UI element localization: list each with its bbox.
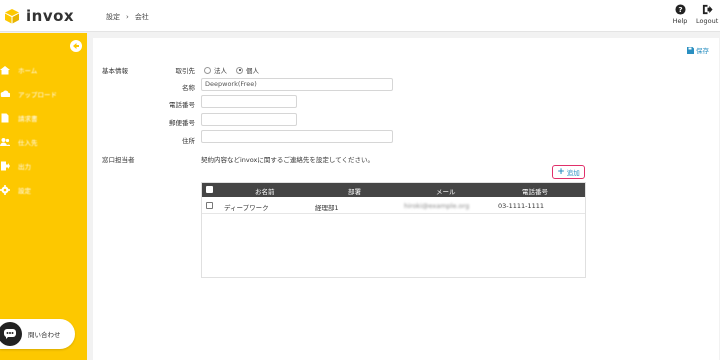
contact-table: お名前 部署 メール 電話番号 ディープワーク 経理部1 hiroki@exam… [201, 182, 586, 278]
table-header: お名前 部署 メール 電話番号 [202, 183, 585, 197]
phone-input[interactable] [201, 95, 297, 108]
svg-text:?: ? [678, 5, 682, 14]
app-name: invox [26, 7, 75, 25]
add-contact-button[interactable]: + 追加 [552, 165, 585, 179]
section-basic-info: 基本情報 [102, 67, 128, 75]
sidebar-item-label: 請求書 [18, 115, 38, 123]
sidebar-item-home[interactable]: ホーム [0, 63, 87, 77]
table-row[interactable]: ディープワーク 経理部1 hiroki@example.org 03-1111-… [202, 197, 585, 214]
zip-input[interactable] [201, 113, 297, 126]
logout-icon [702, 4, 713, 15]
help-label: Help [672, 17, 688, 25]
cell-department: 経理部1 [315, 204, 339, 212]
breadcrumb-item-settings[interactable]: 設定 [106, 12, 120, 22]
breadcrumb-separator: › [126, 13, 129, 21]
partner-type-group: 法人 個人 [204, 65, 259, 75]
sidebar-item-label: ホーム [18, 67, 38, 75]
users-icon [0, 138, 10, 146]
arrow-left-icon [73, 43, 79, 49]
sidebar-item-suppliers[interactable]: 仕入先 [0, 135, 87, 149]
zip-label: 郵便番号 [169, 119, 195, 127]
radio-individual-label: 個人 [246, 67, 259, 75]
help-icon: ? [674, 4, 686, 15]
phone-label: 電話番号 [169, 101, 195, 109]
breadcrumb: 設定 › 会社 [106, 12, 149, 22]
address-label: 住所 [182, 137, 195, 145]
company-settings-panel: 保存 基本情報 取引先 法人 個人 名称 Deepwork(Free) 電話番号… [93, 38, 719, 360]
column-email: メール [436, 188, 456, 196]
save-button[interactable]: 保存 [687, 45, 709, 55]
sidebar-item-label: 仕入先 [18, 139, 38, 147]
export-icon [1, 161, 10, 171]
contact-label: 問い合わせ [28, 331, 61, 339]
plus-icon: + [557, 167, 565, 177]
radio-corporate-label: 法人 [214, 67, 227, 75]
name-label: 名称 [182, 84, 195, 92]
upload-icon [0, 90, 10, 97]
column-name: お名前 [255, 188, 275, 196]
home-icon [0, 66, 10, 75]
document-icon [1, 113, 9, 123]
select-all-checkbox[interactable] [206, 186, 213, 193]
save-icon [687, 46, 694, 54]
sidebar-item-label: アップロード [18, 91, 57, 99]
chat-icon [0, 322, 22, 346]
help-button[interactable]: ? Help [669, 4, 691, 25]
logout-button[interactable]: Logout [696, 4, 718, 25]
radio-corporate[interactable] [204, 66, 211, 74]
app-header: invox 設定 › 会社 ? Help Logout [0, 0, 720, 32]
contact-button[interactable]: 問い合わせ [0, 319, 75, 349]
row-checkbox[interactable] [206, 202, 213, 209]
save-label: 保存 [696, 47, 709, 55]
breadcrumb-item-company: 会社 [134, 13, 149, 21]
column-department: 部署 [348, 188, 361, 196]
sidebar-item-upload[interactable]: アップロード [0, 87, 87, 101]
radio-individual[interactable] [236, 66, 243, 74]
partner-type-label: 取引先 [175, 67, 196, 75]
sidebar-item-invoices[interactable]: 請求書 [0, 111, 87, 125]
add-label: 追加 [566, 169, 580, 177]
section-contact-person: 窓口担当者 [102, 156, 135, 164]
sidebar-item-label: 出力 [18, 163, 31, 171]
logout-label: Logout [696, 17, 719, 25]
app-logo[interactable]: invox [4, 7, 74, 25]
sidebar-item-settings[interactable]: 設定 [0, 183, 87, 197]
column-phone: 電話番号 [522, 188, 548, 196]
address-input[interactable] [201, 130, 393, 143]
sidebar: ホーム アップロード 請求書 仕入先 出力 設定 問い合わせ [0, 33, 87, 360]
cell-name: ディープワーク [224, 204, 269, 212]
logo-cube-icon [5, 9, 19, 24]
sidebar-item-label: 設定 [18, 187, 31, 195]
contact-description: 契約内容などinvoxに関するご連絡先を設定してください。 [201, 156, 375, 164]
cell-phone: 03-1111-1111 [498, 202, 545, 210]
sidebar-item-export[interactable]: 出力 [0, 159, 87, 173]
name-input[interactable]: Deepwork(Free) [201, 78, 393, 91]
sidebar-collapse-button[interactable] [70, 40, 82, 52]
cell-email: hiroki@example.org [404, 202, 470, 210]
gear-icon [0, 185, 10, 195]
